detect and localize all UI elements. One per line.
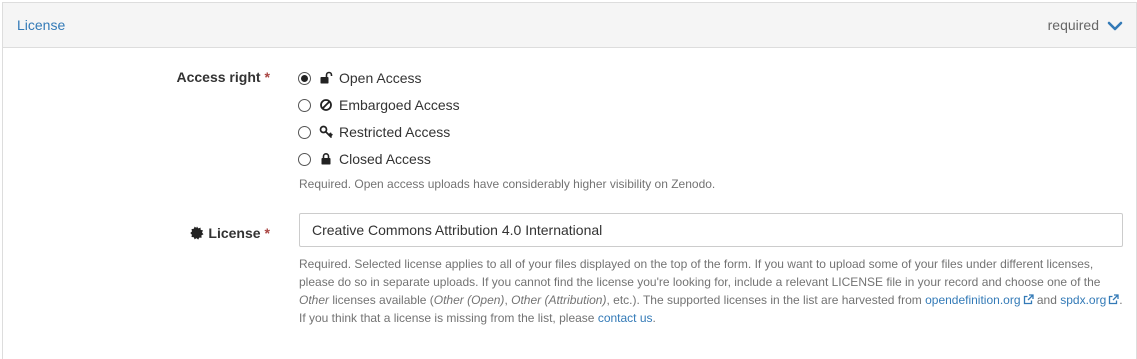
help-text: . xyxy=(652,311,656,325)
help-text: licenses available ( xyxy=(329,293,434,307)
panel-title: License xyxy=(17,17,66,33)
opendefinition-link[interactable]: opendefinition.org xyxy=(925,293,1020,307)
help-text: Other (Open) xyxy=(433,293,505,307)
help-text: , etc.). The supported licenses in the l… xyxy=(606,293,926,307)
radio-restricted-access[interactable]: Restricted Access xyxy=(298,122,450,142)
help-text: Required. Selected license applies to al… xyxy=(299,257,1101,289)
access-right-help: Required. Open access uploads have consi… xyxy=(299,177,716,191)
radio-button[interactable] xyxy=(298,152,311,166)
unlock-icon xyxy=(319,71,333,85)
license-label: License * xyxy=(150,225,270,241)
radio-open-access[interactable]: Open Access xyxy=(298,68,422,88)
chevron-down-icon[interactable] xyxy=(1107,19,1123,31)
required-asterisk: * xyxy=(264,69,270,85)
option-label[interactable]: Embargoed Access xyxy=(339,97,460,113)
radio-embargoed-access[interactable]: Embargoed Access xyxy=(298,95,460,115)
help-text: and xyxy=(1033,293,1061,307)
contact-us-link[interactable]: contact us xyxy=(598,311,653,325)
external-link-icon[interactable] xyxy=(1023,292,1034,305)
option-label[interactable]: Closed Access xyxy=(339,151,431,167)
radio-closed-access[interactable]: Closed Access xyxy=(298,149,431,169)
radio-button[interactable] xyxy=(298,71,311,85)
radio-button[interactable] xyxy=(298,98,311,112)
access-right-label: Access right * xyxy=(150,69,271,85)
panel-heading[interactable]: License required xyxy=(3,3,1136,48)
license-help: Required. Selected license applies to al… xyxy=(299,255,1129,327)
required-asterisk: * xyxy=(264,225,270,241)
certificate-icon xyxy=(190,226,204,240)
license-input[interactable]: Creative Commons Attribution 4.0 Interna… xyxy=(299,213,1123,247)
access-right-label-text: Access right xyxy=(176,69,261,85)
external-link-icon[interactable] xyxy=(1108,292,1119,305)
option-label[interactable]: Open Access xyxy=(339,70,422,86)
lock-icon xyxy=(319,152,333,166)
license-label-text: License xyxy=(208,225,261,241)
key-icon xyxy=(319,125,333,139)
panel-status[interactable]: required xyxy=(1048,17,1123,33)
help-text: Other xyxy=(299,293,330,307)
spdx-link[interactable]: spdx.org xyxy=(1060,293,1106,307)
required-indicator: required xyxy=(1047,17,1099,33)
help-text: Other (Attribution) xyxy=(511,293,607,307)
license-input-value[interactable]: Creative Commons Attribution 4.0 Interna… xyxy=(312,222,602,238)
ban-icon xyxy=(319,98,333,112)
radio-button[interactable] xyxy=(298,125,311,139)
option-label[interactable]: Restricted Access xyxy=(339,124,450,140)
